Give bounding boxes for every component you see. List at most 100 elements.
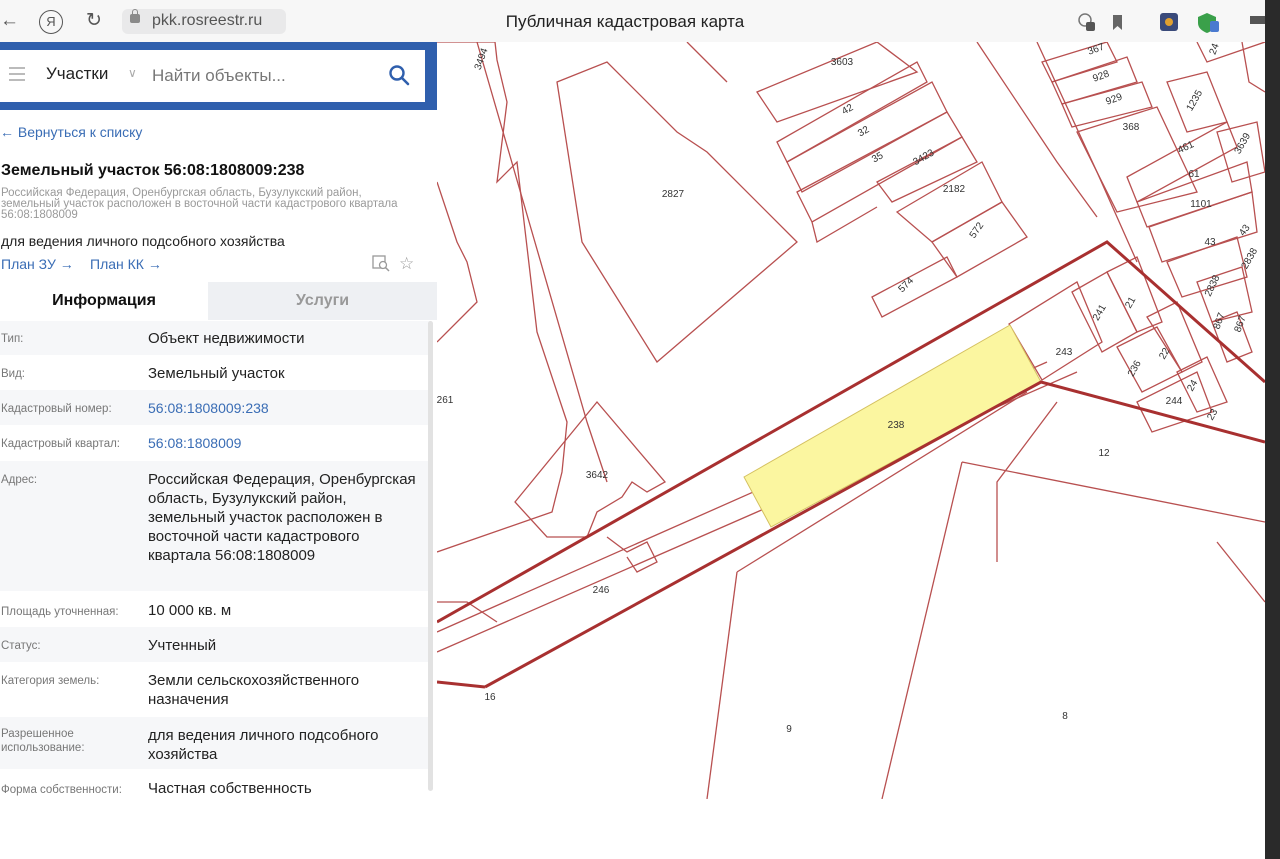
parcel-2182 bbox=[895, 161, 1003, 243]
parcel-label: 3639 bbox=[1233, 131, 1254, 156]
search-header: Участки ∨ ‹ bbox=[0, 42, 437, 110]
parcel-3603 bbox=[756, 42, 919, 123]
object-title: Земельный участок 56:08:1808009:238 bbox=[1, 162, 305, 179]
parcel-label: 246 bbox=[593, 585, 610, 596]
window-edge bbox=[1265, 0, 1280, 859]
parcel-label: 3642 bbox=[586, 470, 609, 481]
info-label: Категория земель: bbox=[1, 675, 100, 687]
tab-information[interactable]: Информация bbox=[0, 282, 208, 320]
parcel-label: 2827 bbox=[662, 189, 685, 200]
parcel-22 bbox=[1146, 301, 1203, 373]
object-purpose: для ведения личного подсобного хозяйства bbox=[1, 233, 285, 249]
parcel-label: 241 bbox=[1091, 302, 1109, 322]
menu-icon[interactable] bbox=[9, 67, 25, 81]
browser-page-title: Публичная кадастровая карта bbox=[505, 12, 745, 31]
parcel-label: 12 bbox=[1098, 448, 1110, 459]
parcel-label: 244 bbox=[1166, 396, 1183, 407]
parcel-boundary bbox=[686, 42, 728, 83]
browser-toolbar: ← Я ↻ pkk.rosreestr.ru Публичная кадастр… bbox=[0, 0, 1280, 42]
info-label: Адрес: bbox=[1, 474, 38, 486]
info-label: Вид: bbox=[1, 368, 25, 380]
parcel-label: 243 bbox=[1056, 347, 1073, 358]
parcel-label: 867 bbox=[1212, 311, 1228, 331]
info-row: Статус: Учтенный bbox=[0, 627, 430, 662]
parcel-label: 367 bbox=[1086, 42, 1106, 58]
search-input[interactable] bbox=[150, 60, 374, 92]
info-label: Статус: bbox=[1, 640, 41, 652]
translate-icon[interactable] bbox=[1078, 13, 1095, 31]
info-tabs: Информация Услуги bbox=[0, 282, 437, 320]
info-row: Кадастровый номер: 56:08:1808009:238 bbox=[0, 390, 430, 425]
info-label: Кадастровый номер: bbox=[1, 403, 112, 415]
info-value: для ведения личного подсобного хозяйства bbox=[148, 727, 379, 763]
parcel-boundary bbox=[961, 461, 1265, 523]
parcel-label: 61 bbox=[1188, 169, 1200, 180]
info-value: Земельный участок bbox=[148, 365, 285, 382]
chevron-down-icon[interactable]: ∨ bbox=[128, 66, 137, 80]
parcel-label: 3423 bbox=[911, 147, 936, 168]
parcel-label: 929 bbox=[1104, 91, 1124, 107]
info-row: Форма собственности: Частная собственнос… bbox=[0, 769, 430, 799]
parcel-label: 1101 bbox=[1190, 199, 1212, 210]
parcel-boundary bbox=[996, 401, 1058, 562]
cadastral-number-link[interactable]: 56:08:1808009:238 bbox=[148, 399, 418, 418]
info-row: Тип: Объект недвижимости bbox=[0, 321, 430, 355]
favorite-star-icon[interactable]: ☆ bbox=[399, 254, 414, 274]
shield-extension-icon[interactable] bbox=[1198, 13, 1219, 33]
parcel-label: 22 bbox=[1157, 346, 1172, 362]
parcel-572 bbox=[931, 201, 1028, 278]
parcel-label: 3603 bbox=[831, 57, 854, 68]
zoom-to-object-icon[interactable] bbox=[372, 254, 390, 272]
parcel-boundary bbox=[437, 181, 478, 343]
map-canvas[interactable]: 3603 42 32 35 3423 2182 572 574 2827 367… bbox=[437, 42, 1265, 799]
parcel-boundary bbox=[811, 206, 878, 243]
parcel-label: 2182 bbox=[943, 184, 966, 195]
selected-parcel-label: 238 bbox=[888, 420, 905, 431]
bookmark-icon[interactable] bbox=[1113, 15, 1122, 30]
parcel-2827 bbox=[556, 61, 798, 363]
parcel-label: 574 bbox=[896, 275, 916, 295]
parcel-35 bbox=[796, 111, 963, 223]
quarter-boundary bbox=[437, 680, 486, 689]
parcel-label: 261 bbox=[437, 395, 454, 406]
info-row: Разрешенное использование: для ведения л… bbox=[0, 717, 430, 769]
info-label: Форма собственности: bbox=[1, 784, 122, 796]
parcel-574 bbox=[871, 256, 958, 318]
parcel-label: 8 bbox=[1062, 711, 1068, 722]
search-icon[interactable] bbox=[388, 64, 410, 86]
parcel-label: 32 bbox=[856, 124, 872, 139]
scrollbar[interactable] bbox=[428, 321, 433, 791]
parcel-label: 572 bbox=[968, 220, 987, 240]
page-bottom-area bbox=[0, 799, 1265, 859]
info-label: Площадь уточненная: bbox=[1, 606, 119, 618]
parcel-label: 867 bbox=[1233, 314, 1249, 334]
info-row: Категория земель: Земли сельскохозяйстве… bbox=[0, 662, 430, 717]
parcel-label: 16 bbox=[484, 692, 496, 703]
parcel-461 bbox=[1126, 121, 1238, 203]
info-label: Тип: bbox=[1, 333, 24, 345]
parcel-label: 9 bbox=[786, 724, 792, 735]
info-value: Частная собственность bbox=[148, 780, 312, 797]
parcel-boundary bbox=[437, 42, 568, 553]
plan-zu-link[interactable]: План ЗУ → bbox=[1, 256, 74, 272]
parcel-236 bbox=[1116, 326, 1183, 393]
info-value: 10 000 кв. м bbox=[148, 602, 232, 619]
parcel-boundary bbox=[976, 42, 1098, 218]
parcel-label: 43 bbox=[1204, 237, 1216, 248]
parcel-label: 43 bbox=[1237, 222, 1253, 238]
parcel-label: 24 bbox=[1208, 42, 1222, 56]
cadastral-quarter-link[interactable]: 56:08:1808009 bbox=[148, 434, 418, 453]
parcel-label: 2838 bbox=[1240, 246, 1261, 271]
cadastral-map[interactable]: 3603 42 32 35 3423 2182 572 574 2827 367… bbox=[437, 42, 1265, 799]
back-to-list-link[interactable]: ← Вернуться к списку bbox=[0, 124, 142, 140]
tab-services[interactable]: Услуги bbox=[208, 282, 437, 320]
parcel-label: 368 bbox=[1123, 122, 1140, 133]
plan-kk-link[interactable]: План КК → bbox=[90, 256, 162, 272]
object-address: Российская Федерация, Оренбургская облас… bbox=[1, 187, 398, 221]
info-label: Разрешенное использование: bbox=[1, 728, 85, 754]
info-row: Площадь уточненная: 10 000 кв. м bbox=[0, 591, 430, 627]
layer-select[interactable]: Участки bbox=[46, 64, 108, 84]
info-row: Кадастровый квартал: 56:08:1808009 bbox=[0, 425, 430, 461]
info-row: Вид: Земельный участок bbox=[0, 355, 430, 390]
parcel-label: 3494 bbox=[473, 46, 491, 71]
